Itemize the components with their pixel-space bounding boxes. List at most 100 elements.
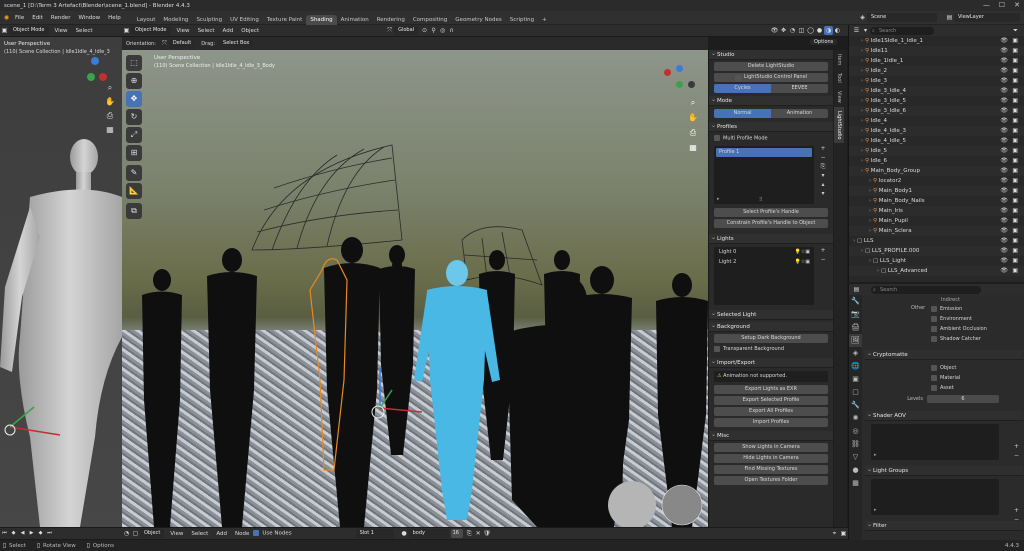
left-viewport[interactable]: User Perspective (110) Scene Collection … <box>0 37 122 527</box>
proportional-falloff-icon[interactable]: ∩ <box>447 26 456 35</box>
tab-modeling[interactable]: Modeling <box>159 15 192 25</box>
material-preview-icon[interactable]: ◑ <box>824 26 833 35</box>
use-nodes-toggle[interactable]: Use Nodes <box>253 530 292 537</box>
texture-properties-icon[interactable]: ▦ <box>849 477 862 490</box>
visibility-eye-icon[interactable]: 👁 <box>1000 146 1008 156</box>
tab-rendering[interactable]: Rendering <box>373 15 409 25</box>
orientation-dropdown[interactable]: Default <box>168 39 196 48</box>
outliner-row[interactable]: › ⚲ Idle_6 👁 ▣ <box>849 156 1024 166</box>
menu-window[interactable]: Window <box>74 15 104 21</box>
shader-menu-node[interactable]: Node <box>231 531 253 537</box>
sidebar-tab-lightstudio[interactable]: LightStudio <box>834 106 844 144</box>
shader-menu-add[interactable]: Add <box>212 531 231 537</box>
add-cube-tool-icon[interactable]: ⧉ <box>126 203 142 219</box>
outliner-row[interactable]: › ⚲ Main_Body1 👁 ▣ <box>849 186 1024 196</box>
left-menu-view[interactable]: View <box>51 28 72 34</box>
pass-ambient-occlusion[interactable]: Ambient Occlusion <box>931 324 987 334</box>
crypto-object[interactable]: Object <box>931 363 1023 373</box>
move-down-icon[interactable]: ▾ <box>819 189 827 198</box>
outliner-search-input[interactable]: ⌕ Search <box>870 26 934 35</box>
gizmo-neg-axis[interactable] <box>688 81 695 88</box>
outliner-row[interactable]: › ⚲ Main_Body_Group 👁 ▣ <box>849 166 1024 176</box>
render-properties-icon[interactable]: 📷 <box>849 308 862 321</box>
outliner-filter-icon[interactable]: ⏷ <box>1011 26 1020 35</box>
crypto-object-checkbox[interactable] <box>931 364 937 371</box>
outliner-display-icon[interactable]: ▾ <box>861 26 870 35</box>
viewport-mode-dropdown[interactable]: Object Mode <box>131 26 171 35</box>
render-camera-icon[interactable]: ▣ <box>1012 146 1018 156</box>
left-mode-dropdown[interactable]: Object Mode <box>9 26 49 35</box>
overlay-icon[interactable]: ◔ <box>788 26 797 35</box>
outliner-row[interactable]: › ⚲ Idle_4 👁 ▣ <box>849 116 1024 126</box>
menu-file[interactable]: File <box>11 15 28 21</box>
render-camera-icon[interactable]: ▣ <box>1012 46 1018 56</box>
export-all-profiles-button[interactable]: Export All Profiles <box>714 407 828 416</box>
properties-search-input[interactable]: ⌕ Search <box>871 285 981 294</box>
object-properties-icon[interactable]: ▢ <box>849 386 862 399</box>
export-lights-exr-button[interactable]: Export Lights as EXR <box>714 385 828 394</box>
visibility-eye-icon[interactable]: 👁 <box>1000 126 1008 136</box>
render-camera-icon[interactable]: ▣ <box>1012 86 1018 96</box>
pivot-icon[interactable]: ⊙ <box>420 26 429 35</box>
shader-type-dropdown[interactable]: Object <box>140 529 165 538</box>
gizmo-y-axis[interactable] <box>676 81 683 88</box>
visibility-eye-icon[interactable]: 👁 <box>1000 166 1008 176</box>
menu-edit[interactable]: Edit <box>28 15 47 21</box>
play-reverse-icon[interactable]: ◀ <box>18 529 27 538</box>
viewport-menu-select[interactable]: Select <box>194 28 219 34</box>
find-missing-textures-button[interactable]: Find Missing Textures <box>714 465 828 474</box>
render-camera-icon[interactable]: ▣ <box>1012 246 1018 256</box>
light-item-2[interactable]: Light 2 💡☆▣ <box>714 257 814 267</box>
tool-properties-icon[interactable]: 🔧 <box>849 295 862 308</box>
pass-environment[interactable]: Environment <box>931 314 987 324</box>
scale-tool-icon[interactable]: ⤢ <box>126 127 142 143</box>
scene-name[interactable]: Scene <box>867 13 937 22</box>
editor-type-icon[interactable]: ▣ <box>0 26 9 35</box>
snap-nodes-icon[interactable]: ⌖ <box>830 529 839 538</box>
shader-menu-view[interactable]: View <box>166 531 187 537</box>
render-camera-icon[interactable]: ▣ <box>1012 116 1018 126</box>
studio-header[interactable]: Studio <box>709 49 833 60</box>
visibility-eye-icon[interactable]: 👁 <box>1000 176 1008 186</box>
outliner-row[interactable]: › ⚲ Idle_2 👁 ▣ <box>849 66 1024 76</box>
viewport-grid-icon[interactable]: ▦ <box>686 140 700 155</box>
gizmo-icon[interactable]: ✥ <box>779 26 788 35</box>
render-camera-icon[interactable]: ▣ <box>1012 266 1018 276</box>
material-users-count[interactable]: 16 <box>450 529 463 538</box>
outliner-row[interactable]: › ⚲ Main_Body_Nails 👁 ▣ <box>849 196 1024 206</box>
shader-editor-type-icon[interactable]: ◔ <box>122 529 131 538</box>
crypto-material-checkbox[interactable] <box>931 374 937 381</box>
rendered-shading-icon[interactable]: ◐ <box>833 26 842 35</box>
profile-item[interactable]: Profile 1 <box>716 148 812 157</box>
export-selected-profile-button[interactable]: Export Selected Profile <box>714 396 828 405</box>
shader-aov-header[interactable]: Shader AOV <box>865 410 1023 421</box>
render-camera-icon[interactable]: ▣ <box>1012 156 1018 166</box>
render-camera-icon[interactable]: ▣ <box>1012 226 1018 236</box>
viewport-menu-view[interactable]: View <box>173 28 194 34</box>
outliner-editor-icon[interactable]: ☰ <box>852 26 861 35</box>
add-aov-icon[interactable]: + <box>1014 442 1019 451</box>
outliner-row[interactable]: › ▢ LLS_Advanced 👁 ▣ <box>849 266 1024 276</box>
options-dropdown[interactable]: Options <box>810 38 839 47</box>
engine-cycles-button[interactable]: Cycles <box>714 84 771 93</box>
fake-user-icon[interactable]: 🛡 <box>483 529 492 538</box>
visibility-eye-icon[interactable]: 👁 <box>1000 186 1008 196</box>
visibility-eye-icon[interactable]: 👁 <box>1000 246 1008 256</box>
menu-render[interactable]: Render <box>47 15 75 21</box>
data-properties-icon[interactable]: ▽ <box>849 451 862 464</box>
constrain-profile-handle-button[interactable]: Constrain Profile's Handle to Object <box>714 219 828 228</box>
collection-properties-icon[interactable]: ▣ <box>849 373 862 386</box>
view-layer-name[interactable]: ViewLayer <box>954 13 1020 22</box>
outliner-row[interactable]: › ⚲ Idle_1Idle_1 👁 ▣ <box>849 56 1024 66</box>
cursor-tool-icon[interactable]: ⊕ <box>126 73 142 89</box>
visibility-eye-icon[interactable]: 👁 <box>1000 56 1008 66</box>
outliner-row[interactable]: › ⚲ Idle11 👁 ▣ <box>849 46 1024 56</box>
wireframe-shading-icon[interactable]: ◯ <box>806 26 815 35</box>
viewport-navigation-gizmo[interactable] <box>662 65 696 99</box>
visibility-eye-icon[interactable]: 👁 <box>1000 136 1008 146</box>
tab-layout[interactable]: Layout <box>133 15 160 25</box>
move-up-icon[interactable]: ▴ <box>819 180 827 189</box>
copy-profile-icon[interactable]: ⎘ <box>819 162 827 171</box>
outliner-row[interactable]: › ⚲ Idle_3_Idle_6 👁 ▣ <box>849 106 1024 116</box>
outliner-row[interactable]: › ⚲ Idle_3 👁 ▣ <box>849 76 1024 86</box>
